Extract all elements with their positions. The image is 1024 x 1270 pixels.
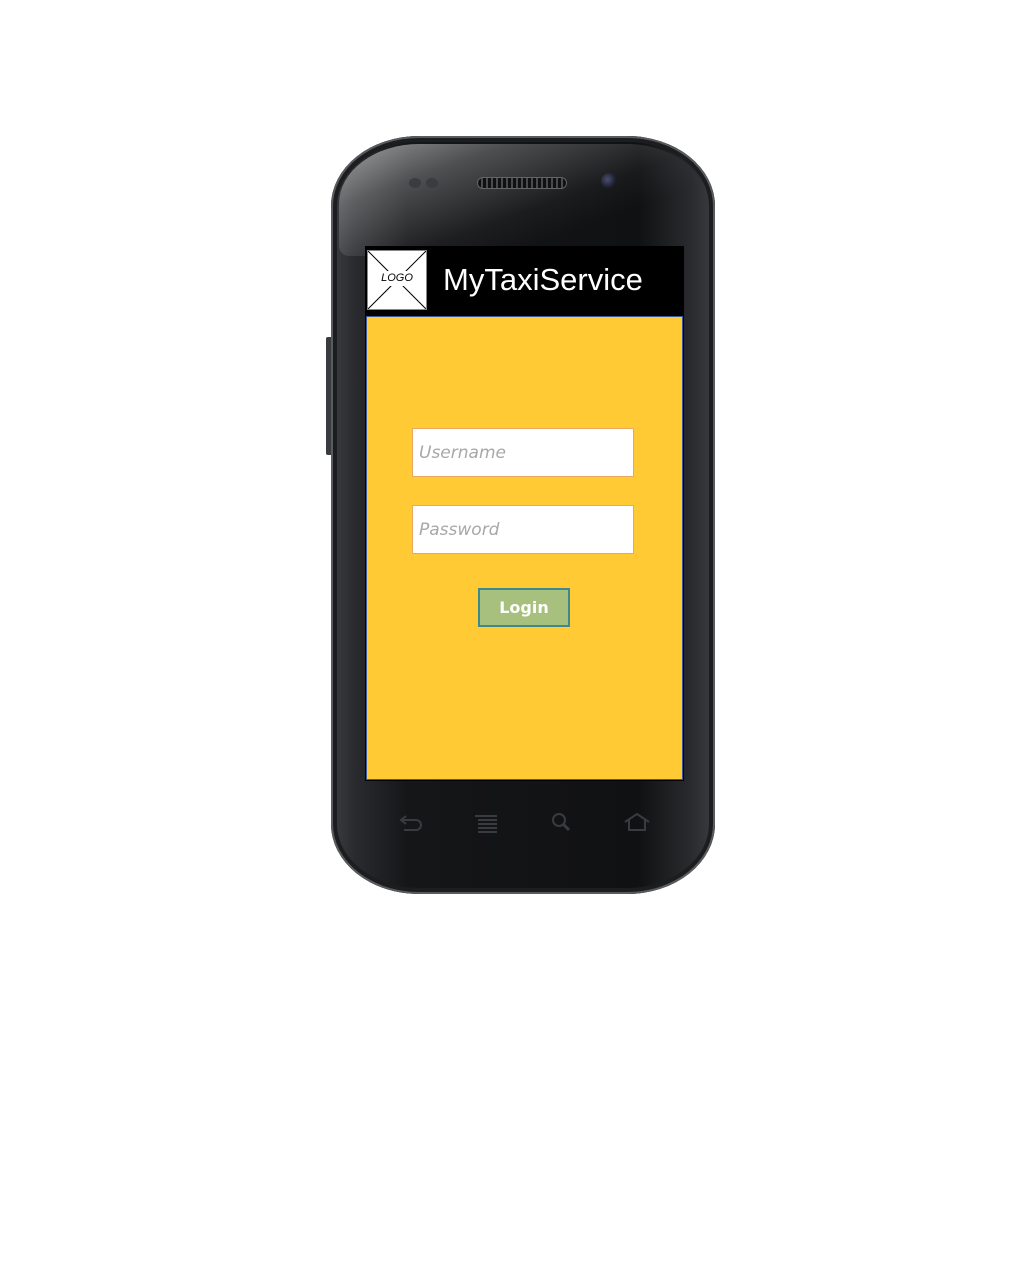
search-icon[interactable] — [548, 810, 576, 836]
app-title: MyTaxiService — [443, 262, 643, 297]
light-sensor — [426, 178, 438, 188]
password-input[interactable] — [412, 505, 634, 554]
logo-label: LOGO — [381, 272, 413, 284]
earpiece-speaker — [478, 178, 566, 188]
menu-icon[interactable] — [472, 810, 500, 836]
app-header: LOGO MyTaxiService — [365, 246, 684, 315]
home-icon[interactable] — [623, 810, 651, 836]
login-panel: Login — [366, 316, 683, 780]
front-camera — [601, 173, 617, 189]
proximity-sensor — [409, 178, 421, 188]
back-icon[interactable] — [396, 810, 424, 836]
logo-placeholder: LOGO — [367, 250, 427, 310]
phone-glare — [339, 144, 707, 256]
username-input[interactable] — [412, 428, 634, 477]
login-button[interactable]: Login — [478, 588, 570, 627]
phone-screen: LOGO MyTaxiService Login — [365, 246, 684, 781]
